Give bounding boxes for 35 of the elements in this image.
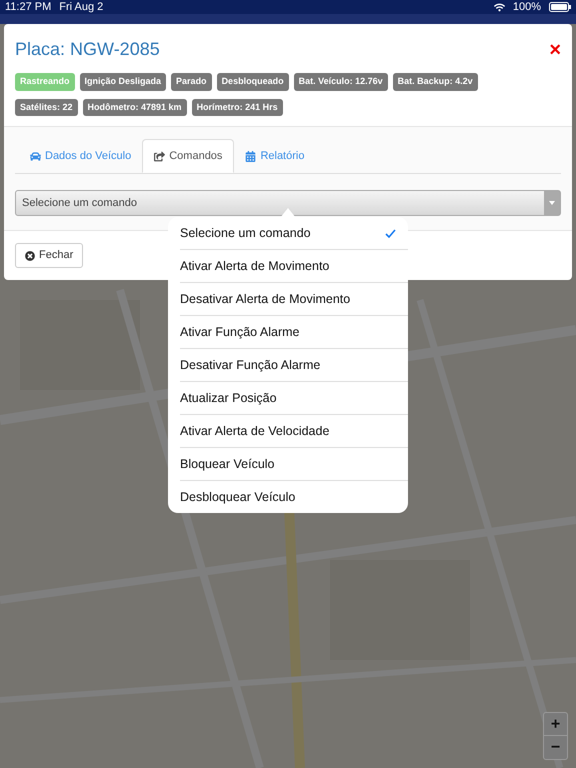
select-value: Selecione um comando (21, 196, 138, 211)
zoom-out-button[interactable]: − (544, 736, 567, 759)
car-icon (30, 150, 41, 162)
status-badge: Hodômetro: 47891 km (82, 98, 187, 116)
tab[interactable]: Comandos (142, 139, 234, 173)
battery-percent: 100% (512, 0, 541, 15)
calendar-icon (245, 150, 256, 162)
wifi-icon (494, 2, 505, 12)
status-badge: Rastreando (15, 73, 75, 90)
close-modal-button[interactable]: Fechar (15, 243, 84, 268)
status-badge: Bat. Veículo: 12.76v (294, 73, 388, 90)
dropdown-option[interactable]: Ativar Função Alarme (180, 316, 408, 348)
share-icon (154, 150, 166, 162)
dropdown-option[interactable]: Ativar Alerta de Velocidade (180, 415, 408, 447)
zoom-in-button[interactable]: + (544, 713, 567, 736)
status-badge: Ignição Desligada (80, 73, 166, 90)
status-badge: Bat. Backup: 4.2v (392, 73, 478, 90)
dropdown-option[interactable]: Bloquear Veículo (180, 448, 408, 480)
dropdown-option[interactable]: Selecione um comando (180, 217, 408, 249)
status-badge: Parado (171, 73, 212, 90)
dropdown-option[interactable]: Desativar Função Alarme (180, 349, 408, 381)
status-date: Fri Aug 2 (59, 0, 104, 15)
battery-icon (549, 2, 571, 12)
dropdown-option[interactable]: Desbloquear Veículo (180, 481, 408, 513)
command-select[interactable]: Selecione um comando (15, 190, 561, 216)
status-time: 11:27 PM (5, 0, 52, 15)
close-button[interactable]: × (549, 40, 561, 60)
caret-icon (549, 201, 555, 205)
status-badge: Satélites: 22 (15, 98, 78, 116)
dropdown-option[interactable]: Atualizar Posição (180, 382, 408, 414)
dropdown-option[interactable]: Ativar Alerta de Movimento (180, 250, 408, 282)
modal-title: Placa: NGW-2085 (15, 38, 160, 61)
status-badge: Desbloqueado (216, 73, 289, 90)
status-badge: Horímetro: 241 Hrs (192, 98, 283, 116)
dropdown-option[interactable]: Desativar Alerta de Movimento (180, 283, 408, 315)
